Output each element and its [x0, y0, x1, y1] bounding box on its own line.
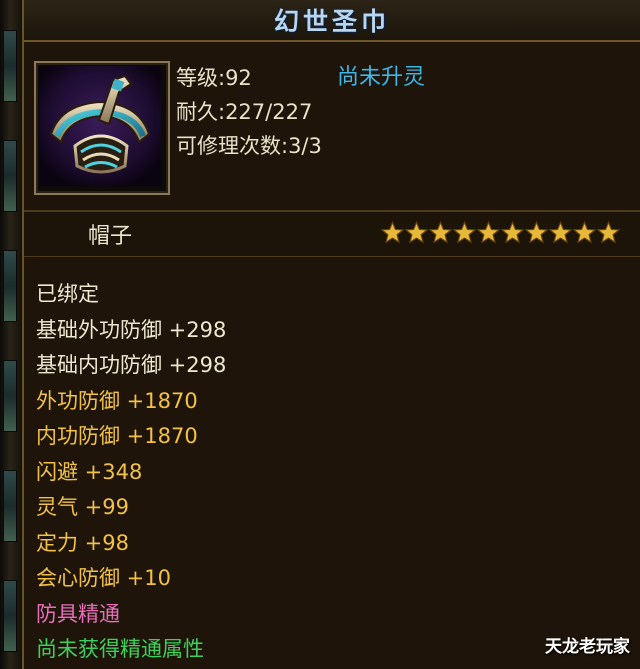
item-icon-frame[interactable]: [34, 61, 170, 195]
side-slot: [3, 250, 17, 322]
attribute-line: 已绑定: [36, 282, 99, 306]
attribute-line: 外功防御 +1870: [36, 388, 198, 413]
star-icon: [549, 221, 572, 244]
helmet-icon: [39, 66, 161, 186]
spirit-status: 尚未升灵: [337, 65, 426, 90]
attribute-line: 灵气 +99: [36, 495, 129, 519]
star-icon: [477, 221, 500, 244]
star-icon: [453, 221, 476, 244]
star-icon: [405, 221, 428, 244]
attribute-line: 基础内功防御 +298: [36, 353, 227, 377]
durability-text: 耐久:227/227: [176, 100, 313, 124]
star-rating: [381, 221, 620, 244]
side-panel-edge: [0, 0, 24, 669]
star-icon: [597, 221, 620, 244]
attribute-line: 防具精通: [36, 601, 120, 626]
attribute-line: 闪避 +348: [36, 459, 143, 484]
title-bar: 幻世圣巾: [24, 0, 640, 42]
star-icon: [381, 221, 404, 244]
star-icon: [501, 221, 524, 244]
level-text: 等级:92: [176, 66, 252, 90]
star-icon: [573, 221, 596, 244]
star-icon: [429, 221, 452, 244]
attribute-line: 尚未获得精通属性: [36, 637, 204, 661]
repair-count-text: 可修理次数:3/3: [176, 134, 322, 158]
attribute-line: 内功防御 +1870: [36, 424, 198, 448]
attribute-line: 基础外功防御 +298: [36, 317, 227, 342]
side-slot: [3, 470, 17, 542]
star-icon: [525, 221, 548, 244]
attribute-line: 定力 +98: [36, 530, 129, 555]
attribute-line: 会心防御 +10: [36, 566, 171, 590]
item-type: 帽子: [88, 224, 133, 249]
item-name: 幻世圣巾: [273, 7, 390, 36]
side-slot: [3, 360, 17, 432]
side-slot: [3, 580, 17, 652]
side-slot: [3, 140, 17, 212]
side-slot: [3, 30, 17, 102]
watermark: 天龙老玩家: [545, 637, 630, 657]
